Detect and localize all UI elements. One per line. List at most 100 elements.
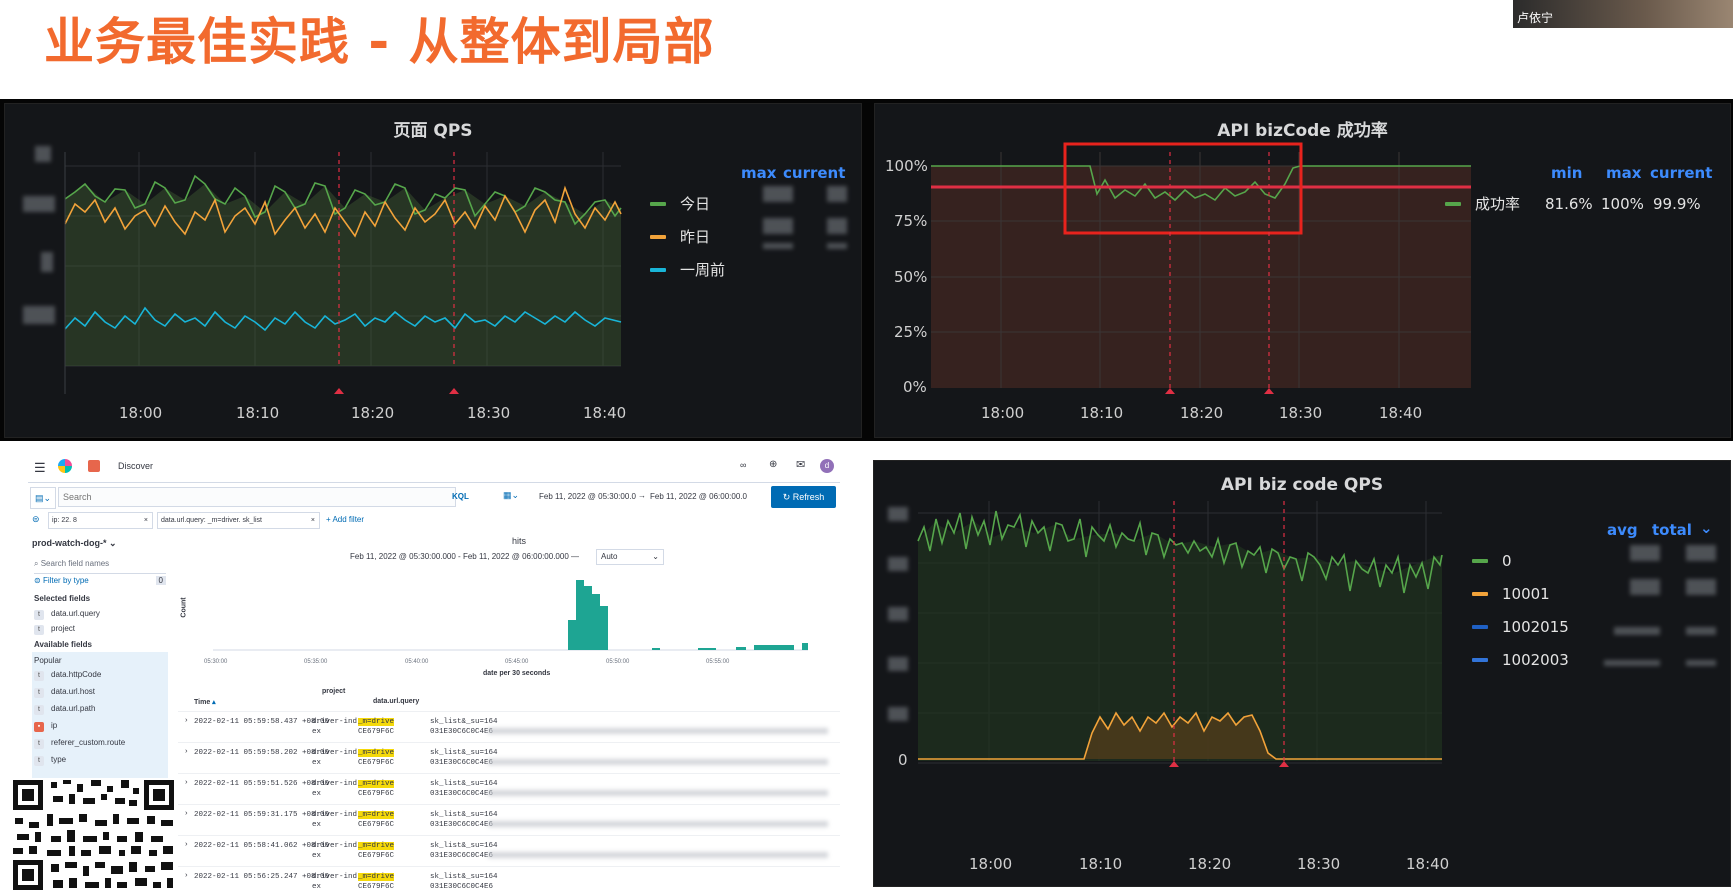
field-item[interactable]: t project xyxy=(34,624,75,635)
table-row[interactable]: › 2022-02-11 05:59:58.437 +08:00 driver-… xyxy=(178,711,840,743)
breadcrumb[interactable]: Discover xyxy=(118,461,153,471)
filter-count: 0 xyxy=(155,576,166,585)
x-tick: 05:55:00 xyxy=(706,659,730,665)
popular-title: Popular xyxy=(34,656,62,665)
glasses-icon[interactable]: ∞ xyxy=(740,460,746,470)
legend-item-code-1002015[interactable]: 1002015 xyxy=(1472,618,1569,636)
field-item[interactable]: t data.url.host xyxy=(34,687,95,698)
legend-swatch xyxy=(650,267,666,272)
x-tick: 05:30:00 xyxy=(204,659,228,665)
close-icon[interactable]: × xyxy=(311,513,315,528)
legend-label: 今日 xyxy=(680,195,711,213)
elastic-logo-icon xyxy=(58,459,72,473)
refresh-button[interactable]: ↻ Refresh xyxy=(771,486,836,508)
table-row[interactable]: › 2022-02-11 05:59:58.202 +08:00 driver-… xyxy=(178,742,840,774)
y-tick: 0 xyxy=(898,751,908,769)
close-icon[interactable]: × xyxy=(144,513,148,528)
expand-icon[interactable]: › xyxy=(184,779,189,787)
field-item[interactable]: t data.url.query xyxy=(34,609,100,620)
legend-item-code-0[interactable]: 0 xyxy=(1472,552,1512,570)
time-from[interactable]: Feb 11, 2022 @ 05:30:00.0 xyxy=(539,492,636,501)
legend-header-total[interactable]: total xyxy=(1652,521,1692,539)
filter-icon[interactable]: ⊜ xyxy=(32,514,40,525)
legend-header-current[interactable]: current xyxy=(1650,164,1712,182)
legend-item-success-rate[interactable]: 成功率 81.6% 100% 99.9% xyxy=(1445,193,1701,214)
filter-pill-query[interactable]: data.url.query: _m=driver. sk_list × xyxy=(157,512,320,529)
kibana-header: ☰ Discover ∞ ⊕ ✉ d xyxy=(28,452,840,483)
api-success-chart xyxy=(931,142,1471,394)
table-row[interactable]: › 2022-02-11 05:58:41.062 +08:00 driver-… xyxy=(178,835,840,867)
x-axis-label: date per 30 seconds xyxy=(483,670,551,677)
kql-toggle[interactable]: KQL xyxy=(452,492,469,501)
table-row[interactable]: › 2022-02-11 05:59:51.526 +08:00 driver-… xyxy=(178,773,840,805)
filter-by-type[interactable]: ⊜ Filter by type 0 xyxy=(34,576,168,585)
field-item[interactable]: ▪ ip xyxy=(34,721,57,732)
cell-time: 2022-02-11 05:56:25.247 +08:00 xyxy=(194,873,330,881)
legend-swatch xyxy=(1472,625,1488,629)
field-item[interactable]: t data.httpCode xyxy=(34,670,101,681)
field-search-placeholder: Search field names xyxy=(40,559,110,568)
selected-fields-title: Selected fields xyxy=(34,594,91,603)
x-tick: 18:10 xyxy=(1080,404,1124,422)
cell-query-line2: CE679F6C xyxy=(358,821,395,829)
expand-icon[interactable]: › xyxy=(184,841,189,849)
legend-item-today[interactable]: 今日 xyxy=(650,193,710,214)
speaker-video: 卢依宁 xyxy=(1513,0,1733,28)
legend-max-value: 100% xyxy=(1601,194,1644,213)
column-header-project[interactable]: project xyxy=(322,688,345,695)
chevron-down-icon[interactable]: ⌄ xyxy=(1700,519,1713,537)
legend-label: 10001 xyxy=(1502,585,1550,603)
field-item[interactable]: t referer_custom.route xyxy=(34,738,125,749)
legend-item-yesterday[interactable]: 昨日 xyxy=(650,226,710,247)
legend-min-value: 81.6% xyxy=(1545,194,1593,213)
calendar-icon[interactable]: ▦⌄ xyxy=(503,490,519,501)
legend-header-min[interactable]: min xyxy=(1551,164,1582,182)
filter-label: ip: 22. 8 xyxy=(52,517,77,524)
field-item[interactable]: t data.url.path xyxy=(34,704,95,715)
legend-item-code-1002003[interactable]: 1002003 xyxy=(1472,651,1569,669)
table-row[interactable]: › 2022-02-11 05:56:25.247 +08:00 driver-… xyxy=(178,866,840,891)
interval-value: Auto xyxy=(601,552,618,561)
field-item[interactable]: t type xyxy=(34,755,66,766)
x-tick: 18:00 xyxy=(119,404,163,422)
search-input[interactable] xyxy=(58,487,456,507)
cell-project-suffix: ex xyxy=(312,790,322,798)
x-tick: 18:00 xyxy=(969,855,1013,873)
cell-query: sk_list&_su=164 xyxy=(430,873,498,881)
refresh-label: Refresh xyxy=(792,492,825,502)
legend-item-code-10001[interactable]: 10001 xyxy=(1472,585,1550,603)
time-to[interactable]: Feb 11, 2022 @ 06:00:00.0 xyxy=(650,492,747,501)
legend-label: 昨日 xyxy=(680,228,711,246)
cell-time: 2022-02-11 05:59:58.202 +08:00 xyxy=(194,749,330,757)
mail-icon[interactable]: ✉ xyxy=(796,458,805,471)
x-tick: 05:45:00 xyxy=(505,659,529,665)
expand-icon[interactable]: › xyxy=(184,810,189,818)
legend-header-current[interactable]: current xyxy=(783,164,845,182)
cell-time: 2022-02-11 05:59:51.526 +08:00 xyxy=(194,780,330,788)
help-icon[interactable]: ⊕ xyxy=(769,459,777,470)
table-row[interactable]: › 2022-02-11 05:59:31.175 +08:00 driver-… xyxy=(178,804,840,836)
add-filter-button[interactable]: + Add filter xyxy=(326,515,364,524)
expand-icon[interactable]: › xyxy=(184,872,189,880)
interval-select[interactable]: Auto ⌄ xyxy=(596,549,664,565)
avatar[interactable]: d xyxy=(820,459,834,473)
legend-header-avg[interactable]: avg xyxy=(1607,521,1638,539)
menu-icon[interactable]: ☰ xyxy=(34,460,46,476)
legend-label: 0 xyxy=(1502,552,1512,570)
filter-pill-ip[interactable]: ip: 22. 8 × xyxy=(48,512,153,529)
index-pattern-selector[interactable]: prod-watch-dog-* ⌄ xyxy=(32,538,117,549)
legend-item-week-ago[interactable]: 一周前 xyxy=(650,259,725,280)
filter-icon: ⊜ xyxy=(34,576,43,585)
field-search-input[interactable]: ⌕ Search field names xyxy=(34,559,166,574)
column-header-query[interactable]: data.url.query xyxy=(373,698,419,705)
expand-icon[interactable]: › xyxy=(184,748,189,756)
saved-query-icon[interactable]: ▤⌄ xyxy=(30,487,56,509)
legend-header-max[interactable]: max xyxy=(741,164,776,182)
legend-header-max[interactable]: max xyxy=(1606,164,1641,182)
y-tick: 0% xyxy=(903,378,927,396)
space-avatar[interactable] xyxy=(88,460,100,472)
expand-icon[interactable]: › xyxy=(184,717,189,725)
filter-label: data.url.query: _m=driver. sk_list xyxy=(161,517,262,524)
column-header-time[interactable]: Time ▴ xyxy=(194,698,216,706)
legend-swatch xyxy=(1445,201,1461,206)
